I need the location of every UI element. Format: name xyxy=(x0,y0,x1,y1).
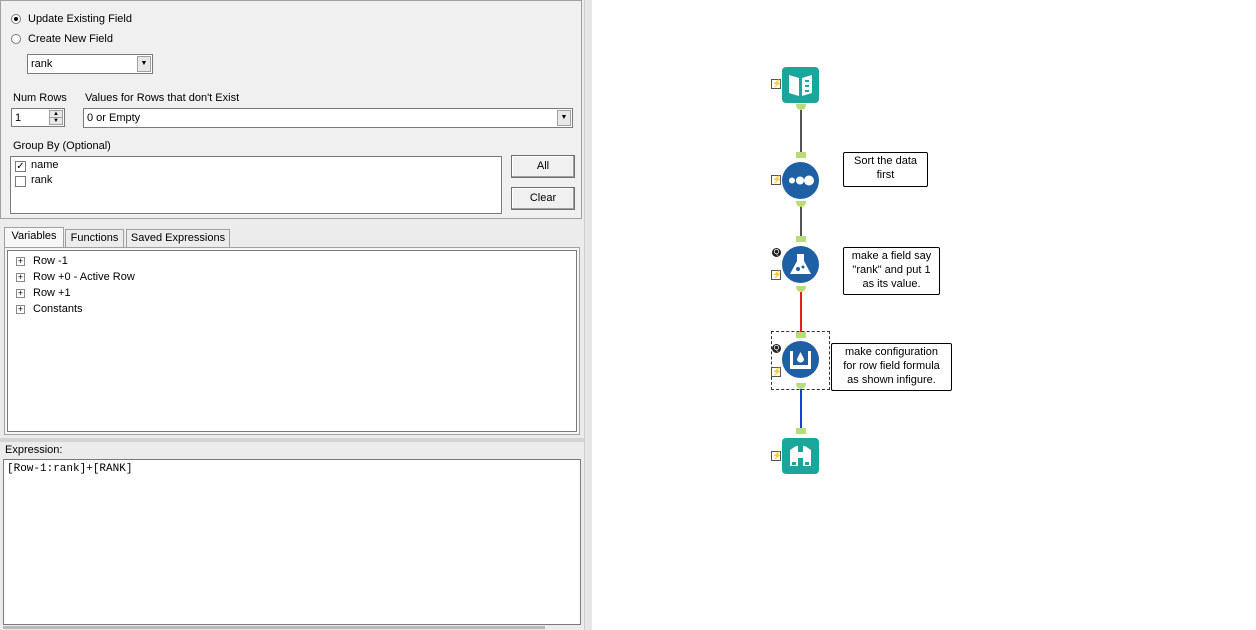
input-anchor[interactable] xyxy=(796,236,806,242)
num-rows-stepper[interactable]: 1 ▲ ▼ xyxy=(11,108,65,127)
tab-saved-expressions[interactable]: Saved Expressions xyxy=(126,229,230,247)
group-by-label: Group By (Optional) xyxy=(13,140,111,152)
note-line: make configuration xyxy=(845,346,938,358)
expand-icon[interactable]: + xyxy=(16,273,25,282)
workflow-canvas[interactable]: ⚡ ⚡ Q ⚡ Q ⚡ ⚡ Sort the data first make a… xyxy=(592,0,1256,630)
sort-dots-icon xyxy=(789,175,814,186)
tab-variables[interactable]: Variables xyxy=(4,227,64,248)
clear-button[interactable]: Clear xyxy=(511,187,575,210)
create-new-label: Create New Field xyxy=(28,33,113,45)
note-line: make a field say xyxy=(851,250,932,262)
input-data-tool[interactable] xyxy=(782,67,819,103)
connector-line-red xyxy=(800,292,802,332)
num-rows-label: Num Rows xyxy=(13,92,67,104)
comment-formula-note[interactable]: make a field say "rank" and put 1 as its… xyxy=(843,247,940,295)
note-line: "rank" and put 1 xyxy=(852,264,931,276)
configuration-panel: Update Existing Field Create New Field r… xyxy=(0,0,584,630)
connector-line xyxy=(800,205,802,238)
comment-multirow-note[interactable]: make configuration for row field formula… xyxy=(831,343,952,391)
expand-icon[interactable]: + xyxy=(16,289,25,298)
expand-icon[interactable]: + xyxy=(16,257,25,266)
chevron-down-icon[interactable]: ▼ xyxy=(557,110,571,126)
values-rows-value: 0 or Empty xyxy=(87,112,141,124)
chevron-down-icon[interactable]: ▼ xyxy=(137,56,151,72)
note-line: Sort the data xyxy=(854,155,917,167)
connector-line xyxy=(800,110,802,156)
lightning-icon: ⚡ xyxy=(771,451,782,461)
note-line: as its value. xyxy=(862,278,921,290)
output-anchor[interactable] xyxy=(796,104,806,110)
book-icon xyxy=(789,75,812,96)
update-existing-radio[interactable] xyxy=(11,14,21,24)
comment-sort-note[interactable]: Sort the data first xyxy=(843,152,928,187)
lightning-icon: ⚡ xyxy=(771,175,782,185)
name-checkbox[interactable]: ✓ xyxy=(15,161,26,172)
input-anchor[interactable] xyxy=(796,152,806,158)
q-icon: Q xyxy=(772,344,781,353)
values-rows-select[interactable]: 0 or Empty ▼ xyxy=(83,108,573,128)
splitter[interactable] xyxy=(0,438,584,442)
browse-tool[interactable] xyxy=(782,438,819,474)
flask-icon xyxy=(790,254,811,274)
create-new-radio[interactable] xyxy=(11,34,21,44)
tab-functions[interactable]: Functions xyxy=(65,229,124,247)
formula-tool[interactable] xyxy=(782,246,819,283)
field-settings-section: Update Existing Field Create New Field r… xyxy=(0,0,582,219)
expression-editor[interactable]: [Row-1:rank]+[RANK] xyxy=(3,459,581,625)
variables-tree: + Row -1 + Row +0 - Active Row + Row +1 … xyxy=(7,250,577,432)
binoculars-icon xyxy=(790,446,811,466)
lightning-icon: ⚡ xyxy=(771,79,782,89)
lightning-icon: ⚡ xyxy=(771,367,782,377)
decrement-arrow-icon[interactable]: ▼ xyxy=(49,117,63,125)
update-existing-label: Update Existing Field xyxy=(28,13,132,25)
connector-line-blue xyxy=(800,389,802,429)
note-line: first xyxy=(876,169,895,181)
expand-icon[interactable]: + xyxy=(16,305,25,314)
expression-label: Expression: xyxy=(5,444,63,456)
q-icon: Q xyxy=(772,248,781,257)
variables-tab-panel: + Row -1 + Row +0 - Active Row + Row +1 … xyxy=(4,247,580,435)
all-button[interactable]: All xyxy=(511,155,575,178)
group-by-item-name: name xyxy=(31,159,59,171)
lightning-icon: ⚡ xyxy=(771,270,782,280)
horizontal-scrollbar[interactable] xyxy=(3,626,545,629)
rank-checkbox[interactable] xyxy=(15,176,26,187)
note-line: as shown infigure. xyxy=(847,374,936,386)
multi-row-formula-tool[interactable] xyxy=(782,341,819,378)
values-rows-label: Values for Rows that don't Exist xyxy=(85,92,240,104)
input-anchor[interactable] xyxy=(796,428,806,434)
multi-row-icon xyxy=(790,351,811,369)
output-anchor[interactable] xyxy=(796,201,806,207)
sort-tool[interactable] xyxy=(782,162,819,199)
expression-text: [Row-1:rank]+[RANK] xyxy=(7,463,133,475)
output-anchor[interactable] xyxy=(796,286,806,292)
field-select[interactable]: rank ▼ xyxy=(27,54,153,74)
group-by-item-rank: rank xyxy=(31,174,53,186)
field-select-value: rank xyxy=(31,58,53,70)
note-line: for row field formula xyxy=(843,360,940,372)
num-rows-value: 1 xyxy=(15,112,22,124)
group-by-list: ✓ name rank xyxy=(10,156,502,214)
